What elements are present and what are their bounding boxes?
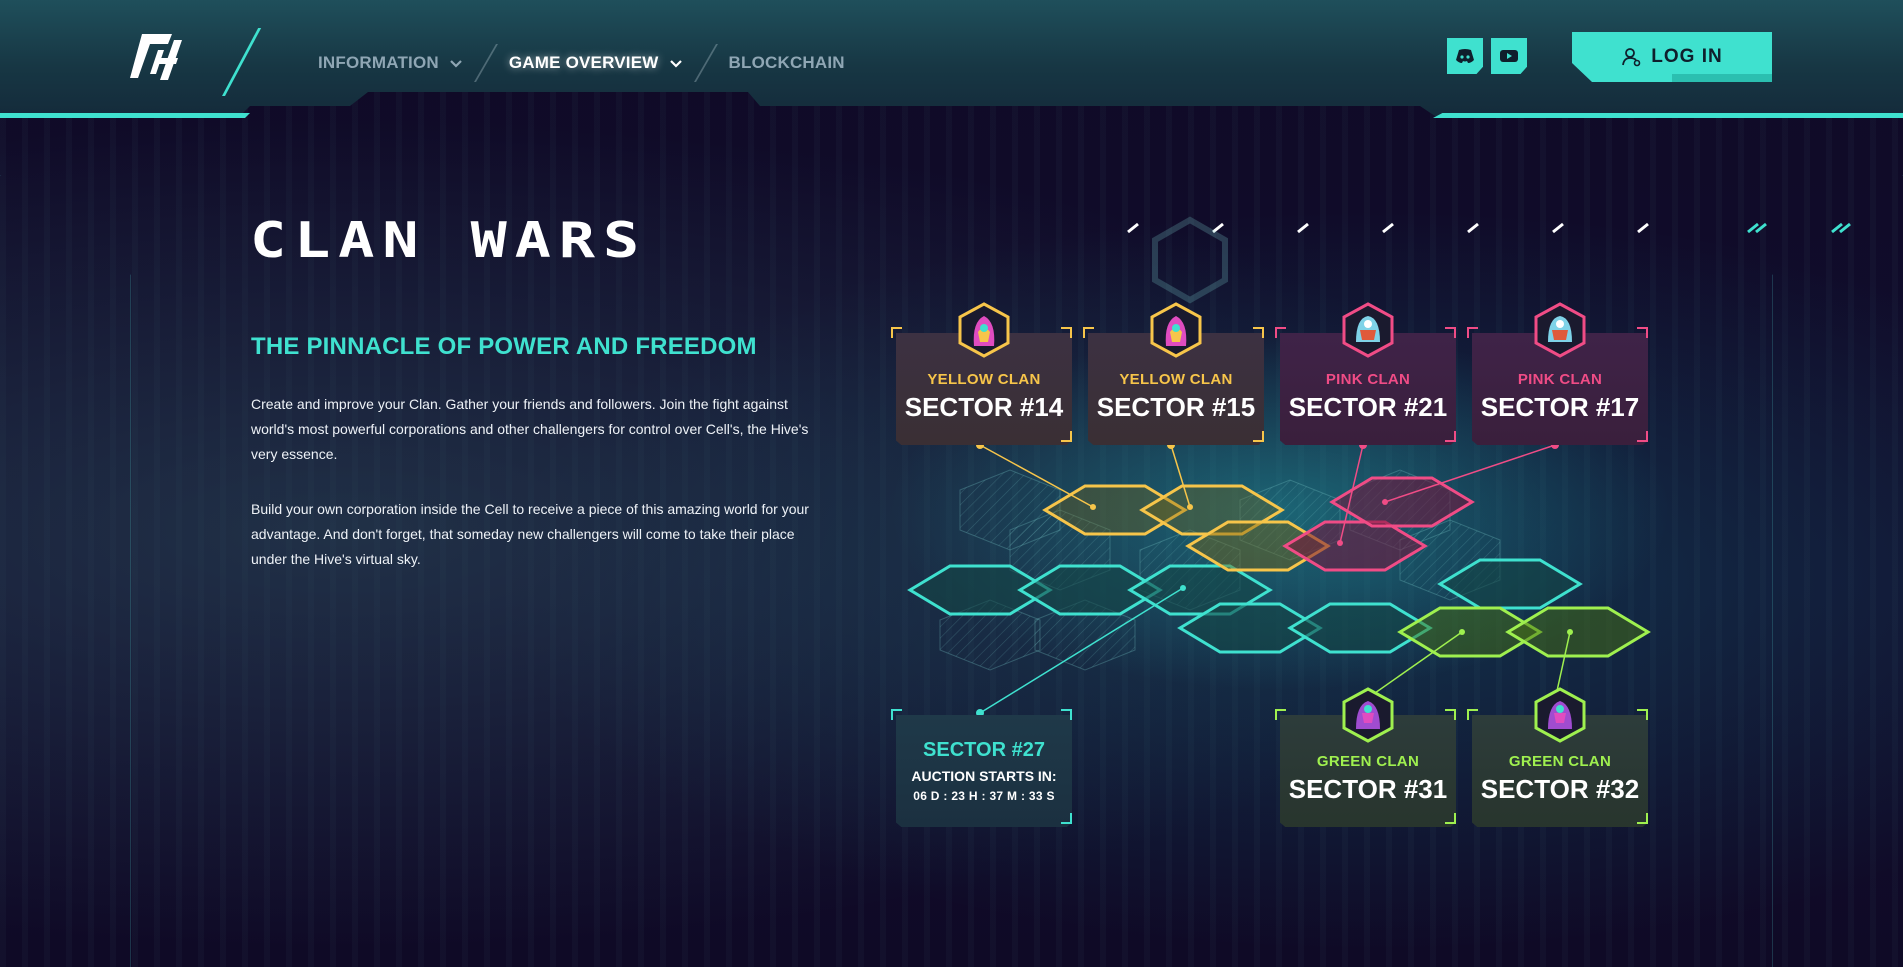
youtube-button[interactable] <box>1491 38 1527 74</box>
ph-logo-icon[interactable] <box>128 30 190 82</box>
discord-button[interactable] <box>1447 38 1483 74</box>
clan-name: PINK CLAN <box>1325 371 1411 388</box>
card-corner-bracket <box>1467 709 1478 720</box>
clan-name: PINK CLAN <box>1517 371 1603 388</box>
pink-clan-avatar <box>1534 302 1586 358</box>
login-button[interactable]: LOG IN <box>1572 32 1772 82</box>
card-corner-bracket <box>1445 709 1456 720</box>
header-accent-right <box>1433 113 1903 118</box>
green-clan-avatar <box>1534 687 1586 743</box>
card-corner-bracket <box>1083 327 1094 338</box>
card-corner-bracket <box>1061 431 1072 442</box>
decor-slashes <box>1127 222 1851 234</box>
sector-name: SECTOR #15 <box>1096 392 1256 422</box>
nav-divider <box>693 44 718 82</box>
nav-item-game-overview[interactable]: GAME OVERVIEW <box>509 53 683 73</box>
page-subtitle: THE PINNACLE OF POWER AND FREEDOM <box>251 333 757 360</box>
frame-left <box>0 175 131 967</box>
card-corner-bracket <box>1637 327 1648 338</box>
card-corner-bracket <box>1445 327 1456 338</box>
card-corner-bracket <box>1467 327 1478 338</box>
nav-item-blockchain[interactable]: BLOCKCHAIN <box>729 53 845 73</box>
nav-item-label: BLOCKCHAIN <box>728 53 845 72</box>
sector-card-27-auction[interactable]: SECTOR #27 AUCTION STARTS IN: 06 D : 23 … <box>896 715 1072 827</box>
login-button-tab <box>1672 74 1772 82</box>
card-corner-bracket <box>1445 813 1456 824</box>
yellow-clan-avatar <box>1150 302 1202 358</box>
sector-name: SECTOR #27 <box>923 739 1045 761</box>
card-corner-bracket <box>1637 431 1648 442</box>
nav-item-label: INFORMATION <box>318 53 439 72</box>
card-corner-bracket <box>1061 813 1072 824</box>
nav-divider <box>473 44 498 82</box>
card-corner-bracket <box>1275 709 1286 720</box>
page-title: CLAN WARS <box>250 212 648 270</box>
clan-name: YELLOW CLAN <box>1119 371 1233 388</box>
card-corner-bracket <box>1445 431 1456 442</box>
nav-item-information[interactable]: INFORMATION <box>318 53 463 73</box>
pink-clan-avatar <box>1342 302 1394 358</box>
clan-name: GREEN CLAN <box>1508 753 1612 770</box>
auction-timer: 06 D : 23 H : 37 M : 33 S <box>913 789 1055 803</box>
chevron-down-icon <box>669 60 682 68</box>
auction-label: AUCTION STARTS IN: <box>911 768 1057 784</box>
card-corner-bracket <box>1061 709 1072 720</box>
card-corner-bracket <box>1253 327 1264 338</box>
card-corner-bracket <box>891 709 902 720</box>
header-accent-left <box>0 113 250 118</box>
clan-name: YELLOW CLAN <box>927 371 1041 388</box>
main-nav: INFORMATION GAME OVERVIEW BLOCKCHAIN <box>318 44 845 82</box>
nav-item-label: GAME OVERVIEW <box>508 53 659 72</box>
sector-name: SECTOR #17 <box>1480 392 1640 422</box>
sector-name: SECTOR #31 <box>1288 774 1448 804</box>
card-corner-bracket <box>1253 431 1264 442</box>
yellow-clan-avatar <box>958 302 1010 358</box>
card-corner-bracket <box>1061 327 1072 338</box>
login-label: LOG IN <box>1651 46 1723 67</box>
card-corner-bracket <box>1637 709 1648 720</box>
green-clan-avatar <box>1342 687 1394 743</box>
user-icon <box>1622 48 1641 67</box>
sector-name: SECTOR #14 <box>904 392 1064 422</box>
clan-name: GREEN CLAN <box>1316 753 1420 770</box>
card-corner-bracket <box>1275 327 1286 338</box>
hero-paragraph: Create and improve your Clan. Gather you… <box>251 396 809 462</box>
discord-icon <box>1456 49 1474 63</box>
youtube-icon <box>1500 50 1518 62</box>
card-corner-bracket <box>891 327 902 338</box>
card-corner-bracket <box>1637 813 1648 824</box>
chevron-down-icon <box>450 60 462 68</box>
sector-name: SECTOR #32 <box>1480 774 1640 804</box>
sector-name: SECTOR #21 <box>1288 392 1448 422</box>
hero-paragraph: Build your own corporation inside the Ce… <box>251 501 809 567</box>
